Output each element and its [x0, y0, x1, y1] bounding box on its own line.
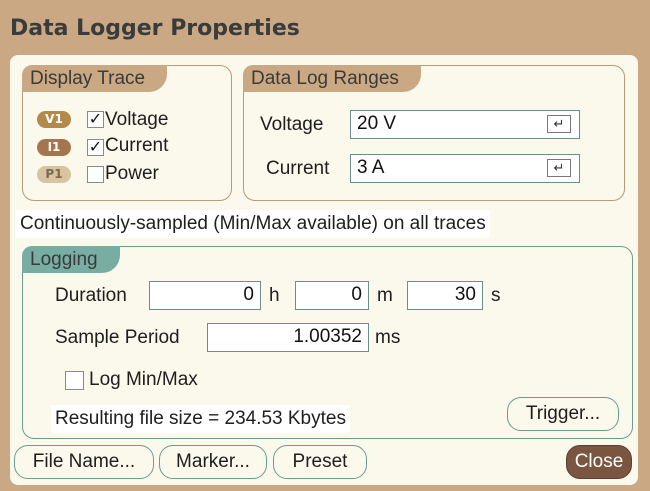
duration-hours-input[interactable]: 0 — [149, 281, 261, 310]
checkmark-icon: ✓ — [88, 111, 103, 128]
duration-minutes-input[interactable]: 0 — [295, 281, 369, 310]
hours-unit-label: h — [269, 285, 280, 306]
sample-period-input[interactable]: 1.00352 — [207, 323, 369, 352]
log-minmax-checkbox[interactable] — [65, 371, 84, 390]
display-trace-group: Display Trace V1 ✓ Voltage I1 ✓ Current … — [22, 65, 232, 201]
current-trace-label: Current — [105, 135, 169, 156]
logging-title: Logging — [22, 246, 120, 273]
log-minmax-label: Log Min/Max — [89, 369, 198, 390]
v1-trace-badge: V1 — [37, 111, 71, 128]
display-trace-title: Display Trace — [22, 65, 168, 92]
minutes-unit-label: m — [377, 285, 393, 306]
trigger-button[interactable]: Trigger... — [507, 397, 619, 431]
logging-group: Logging Duration 0 h 0 m 30 s Sample Per… — [22, 246, 633, 439]
data-log-ranges-group: Data Log Ranges Voltage 20 V ↵ Current 3… — [243, 65, 625, 201]
voltage-trace-checkbox[interactable]: ✓ — [87, 111, 104, 128]
current-range-dropdown[interactable]: 3 A ↵ — [350, 154, 580, 183]
enter-icon: ↵ — [547, 159, 571, 177]
current-range-label: Current — [266, 158, 330, 179]
duration-seconds-input[interactable]: 30 — [407, 281, 483, 310]
duration-label: Duration — [55, 285, 127, 306]
marker-button[interactable]: Marker... — [159, 445, 267, 479]
power-trace-label: Power — [105, 163, 159, 184]
preset-button[interactable]: Preset — [273, 445, 367, 479]
current-trace-checkbox[interactable]: ✓ — [87, 139, 104, 156]
voltage-range-label: Voltage — [260, 114, 324, 135]
data-logger-properties-dialog: Data Logger Properties Display Trace V1 … — [0, 0, 650, 491]
voltage-trace-label: Voltage — [105, 109, 169, 130]
seconds-unit-label: s — [491, 285, 501, 306]
dialog-title: Data Logger Properties — [10, 16, 300, 41]
data-log-ranges-title: Data Log Ranges — [243, 65, 421, 92]
close-button[interactable]: Close — [566, 445, 632, 479]
enter-icon: ↵ — [547, 115, 571, 133]
current-range-value: 3 A — [357, 157, 385, 178]
voltage-range-dropdown[interactable]: 20 V ↵ — [350, 110, 580, 139]
file-size-label: Resulting file size = 234.53 Kbytes — [51, 405, 350, 433]
p1-trace-badge: P1 — [37, 166, 71, 183]
file-name-button[interactable]: File Name... — [14, 445, 154, 479]
sample-period-unit-label: ms — [375, 327, 401, 348]
voltage-range-value: 20 V — [357, 113, 397, 134]
sampling-note: Continuously-sampled (Min/Max available)… — [16, 210, 490, 238]
sample-period-label: Sample Period — [55, 327, 180, 348]
dialog-body: Display Trace V1 ✓ Voltage I1 ✓ Current … — [10, 55, 638, 485]
power-trace-checkbox[interactable] — [87, 166, 104, 183]
i1-trace-badge: I1 — [37, 139, 71, 156]
checkmark-icon: ✓ — [88, 139, 103, 156]
